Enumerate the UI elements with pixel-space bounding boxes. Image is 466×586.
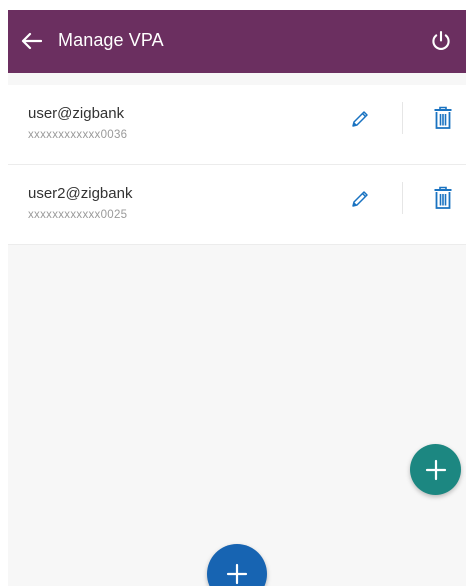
trash-icon (434, 186, 452, 209)
app-bar: Manage VPA (8, 10, 466, 73)
vpa-address: user@zigbank (28, 105, 125, 122)
manage-vpa-screen: Manage VPA user@zigbank xxxxxxxxxxxx0036 (8, 10, 466, 586)
page-title: Manage VPA (58, 30, 164, 50)
delete-button[interactable] (430, 104, 456, 132)
power-icon (432, 30, 450, 50)
divider (402, 102, 403, 134)
vpa-list: user@zigbank xxxxxxxxxxxx0036 user2@zigb… (8, 85, 466, 245)
logout-button[interactable] (426, 26, 456, 56)
arrow-left-icon (21, 32, 42, 50)
list-item[interactable]: user2@zigbank xxxxxxxxxxxx0025 (8, 165, 466, 245)
edit-button[interactable] (346, 185, 374, 213)
pencil-icon (352, 111, 368, 127)
vpa-address: user2@zigbank (28, 185, 133, 202)
masked-account-number: xxxxxxxxxxxx0025 (28, 209, 128, 221)
list-item[interactable]: user@zigbank xxxxxxxxxxxx0036 (8, 85, 466, 165)
pencil-icon (352, 191, 368, 207)
trash-icon (434, 106, 452, 129)
add-vpa-button[interactable] (410, 444, 461, 495)
back-button[interactable] (16, 26, 46, 56)
masked-account-number: xxxxxxxxxxxx0036 (28, 129, 128, 141)
divider (402, 182, 403, 214)
plus-icon (425, 459, 446, 480)
edit-button[interactable] (346, 105, 374, 133)
delete-button[interactable] (430, 184, 456, 212)
bottom-add-button[interactable] (207, 544, 267, 586)
plus-icon (226, 563, 248, 585)
